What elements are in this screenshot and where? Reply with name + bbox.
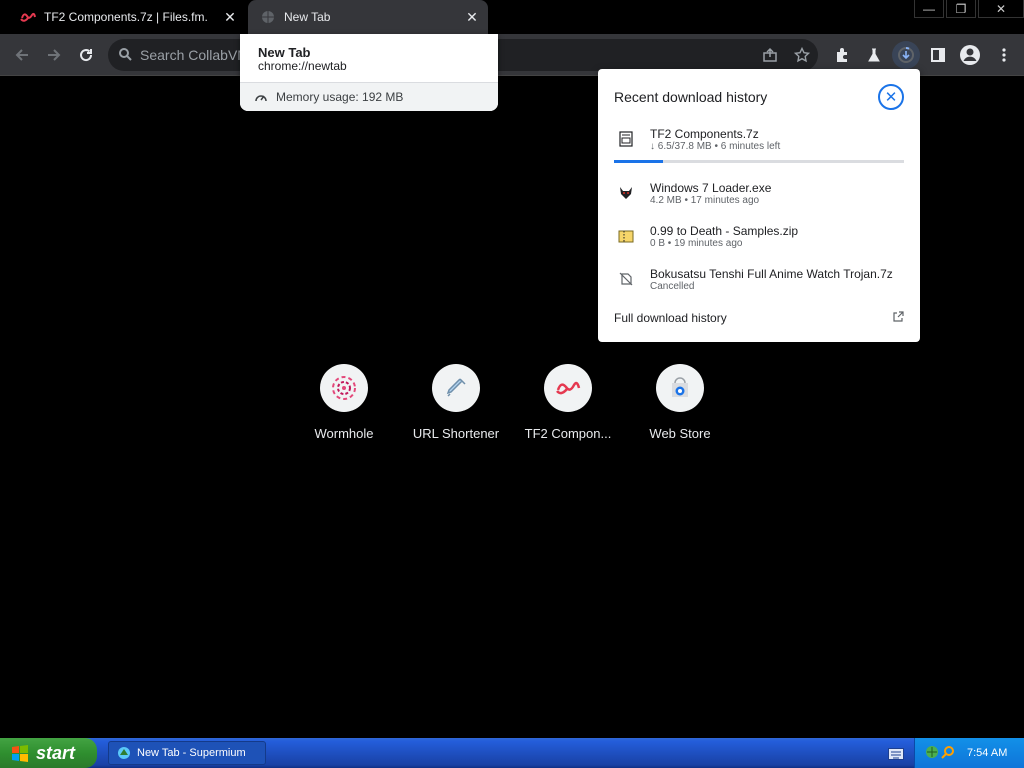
download-progress-fill	[614, 160, 664, 163]
speedometer-icon	[254, 91, 268, 103]
memory-usage-text: Memory usage: 192 MB	[276, 90, 404, 104]
shortcut-label: TF2 Compon...	[524, 426, 612, 441]
flask-icon[interactable]	[860, 41, 888, 69]
tab-close-button[interactable]: ✕	[220, 7, 240, 27]
download-filename: 0.99 to Death - Samples.zip	[650, 224, 799, 238]
globe-icon	[260, 9, 276, 25]
shortcut-label: Web Store	[649, 426, 711, 441]
minimize-button[interactable]: —	[914, 0, 944, 18]
profile-avatar-icon[interactable]	[956, 41, 984, 69]
screen: TF2 Components.7z | Files.fm. ✕ New Tab …	[0, 0, 1024, 768]
shortcut-web-store[interactable]: Web Store	[624, 364, 736, 454]
window-close-button[interactable]: ✕	[978, 0, 1024, 18]
windows-logo-icon	[10, 743, 30, 763]
webstore-icon	[656, 364, 704, 412]
tab-tf2-components[interactable]: TF2 Components.7z | Files.fm. ✕	[8, 0, 246, 34]
tab-hover-card: New Tab chrome://newtab Memory usage: 19…	[240, 34, 498, 111]
download-item[interactable]: 0.99 to Death - Samples.zip 0 B • 19 min…	[614, 224, 904, 254]
full-download-history-link[interactable]: Full download history	[614, 311, 904, 325]
filesfm-icon	[20, 9, 36, 25]
download-item[interactable]: Bokusatsu Tenshi Full Anime Watch Trojan…	[614, 267, 904, 297]
search-icon	[118, 47, 132, 64]
taskbar-item-new-tab[interactable]: New Tab - Supermium	[108, 741, 266, 765]
start-label: start	[36, 742, 76, 763]
tab-title: New Tab	[284, 10, 331, 24]
memory-usage: Memory usage: 192 MB	[240, 83, 498, 111]
downloads-bubble: Recent download history ✕ TF2 Components…	[598, 69, 920, 342]
tab-title: TF2 Components.7z | Files.fm.	[44, 10, 208, 24]
download-filename: Windows 7 Loader.exe	[650, 181, 772, 195]
syringe-icon	[432, 364, 480, 412]
zip-folder-icon	[618, 228, 634, 244]
tab-strip: TF2 Components.7z | Files.fm. ✕ New Tab …	[0, 0, 1024, 34]
file-off-icon	[618, 271, 634, 287]
omnibox-placeholder: Search CollabVM	[140, 47, 249, 63]
taskbar: start New Tab - Supermium 7:54 AM	[0, 738, 1024, 768]
tray-icons	[925, 745, 955, 762]
clock: 7:54 AM	[967, 747, 1008, 759]
download-status: 4.2 MB • 17 minutes ago	[650, 195, 760, 206]
downloads-title: Recent download history	[614, 89, 768, 105]
network-icon[interactable]	[925, 745, 939, 762]
shortcut-label: URL Shortener	[412, 426, 500, 441]
back-icon[interactable]	[8, 41, 36, 69]
hover-card-url: chrome://newtab	[258, 59, 347, 73]
taskbar-item-label: New Tab - Supermium	[137, 747, 246, 759]
tab-new-tab[interactable]: New Tab ✕	[248, 0, 488, 34]
footer-label: Full download history	[614, 311, 727, 325]
side-panel-icon[interactable]	[924, 41, 952, 69]
extensions-puzzle-icon[interactable]	[828, 41, 856, 69]
close-icon[interactable]: ✕	[878, 84, 904, 110]
filesfm-icon	[544, 364, 592, 412]
open-in-new-icon	[892, 311, 904, 326]
wormhole-icon	[320, 364, 368, 412]
window-controls: — ❐ ✕	[912, 0, 1024, 20]
download-status: ↓ 6.5/37.8 MB • 6 minutes left	[650, 141, 781, 152]
download-progress-bar	[614, 160, 904, 163]
tab-close-button[interactable]: ✕	[462, 7, 482, 27]
download-progress-icon[interactable]	[892, 41, 920, 69]
system-tray: 7:54 AM	[914, 738, 1024, 768]
restore-button[interactable]: ❐	[946, 0, 976, 18]
shortcut-label: Wormhole	[314, 426, 374, 441]
start-button[interactable]: start	[0, 738, 97, 768]
hover-card-title: New Tab	[258, 45, 311, 60]
download-filename: TF2 Components.7z	[650, 127, 759, 141]
shortcut-url-shortener[interactable]: URL Shortener	[400, 364, 512, 454]
keyboard-icon[interactable]	[888, 747, 904, 760]
demon-cat-icon	[618, 185, 634, 201]
shortcut-wormhole[interactable]: Wormhole	[288, 364, 400, 454]
bookmark-star-icon[interactable]	[788, 41, 816, 69]
download-item[interactable]: Windows 7 Loader.exe 4.2 MB • 17 minutes…	[614, 181, 904, 211]
download-status: Cancelled	[650, 281, 695, 292]
archive-icon	[618, 131, 634, 147]
download-filename: Bokusatsu Tenshi Full Anime Watch Trojan…	[650, 267, 893, 281]
reload-icon[interactable]	[72, 41, 100, 69]
magnifier-icon[interactable]	[941, 745, 955, 762]
download-status: 0 B • 19 minutes ago	[650, 238, 743, 249]
share-icon[interactable]	[756, 41, 784, 69]
shortcut-tf2-components[interactable]: TF2 Compon...	[512, 364, 624, 454]
download-item[interactable]: TF2 Components.7z ↓ 6.5/37.8 MB • 6 minu…	[614, 127, 904, 157]
kebab-menu-icon[interactable]	[990, 41, 1018, 69]
supermium-icon	[117, 746, 131, 760]
forward-icon[interactable]	[40, 41, 68, 69]
